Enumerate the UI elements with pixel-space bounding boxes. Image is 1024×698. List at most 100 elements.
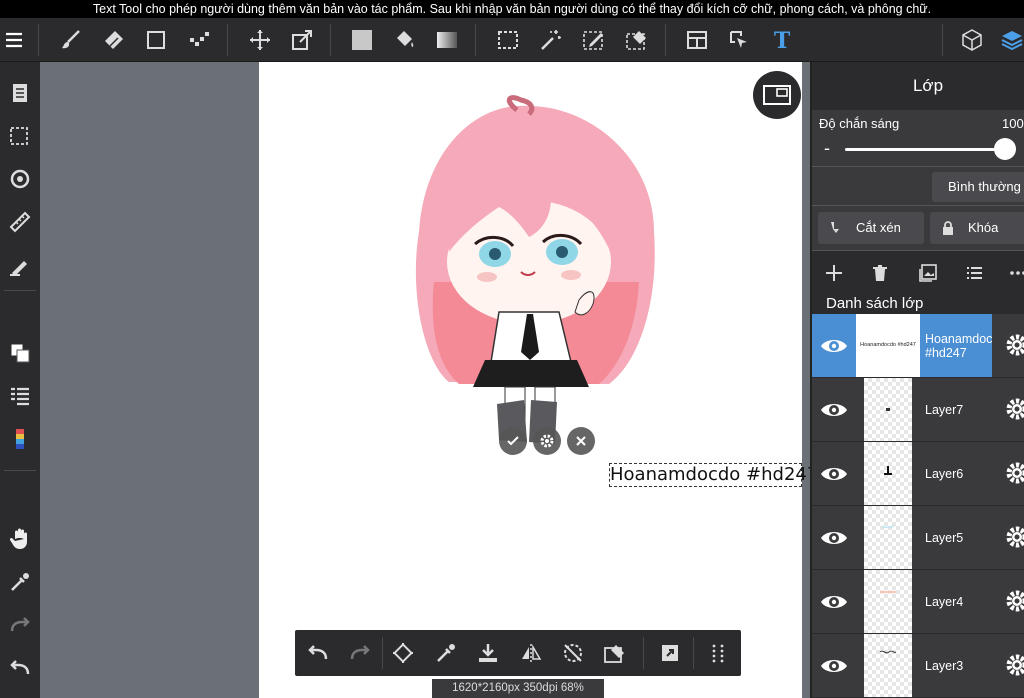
eye-icon[interactable] <box>818 458 850 490</box>
snap-icon[interactable] <box>3 248 37 282</box>
menu-icon[interactable] <box>0 23 31 57</box>
bar-divider <box>382 637 383 669</box>
blend-mode-row: Bình thường ❯ <box>812 166 1024 206</box>
layer-options-icon[interactable] <box>960 259 988 287</box>
bar-divider <box>693 637 694 669</box>
selection-icon[interactable] <box>3 119 37 153</box>
select-pen-icon[interactable] <box>577 23 611 57</box>
tool-hint-banner: Text Tool cho phép người dùng thêm văn b… <box>0 0 1024 18</box>
drawing-canvas[interactable]: Hoanamdocdo #hd247 <box>259 62 810 698</box>
layer-list-title: Danh sách lớp <box>812 294 1024 314</box>
layer-thumbnail <box>864 506 912 569</box>
check-icon[interactable] <box>499 427 527 455</box>
more-grid-icon[interactable] <box>701 636 735 670</box>
eyedropper-icon[interactable] <box>3 565 37 599</box>
move-icon[interactable] <box>243 23 277 57</box>
layer-action-row: Cắt xén Khóa <box>812 206 1024 250</box>
gradient-icon[interactable] <box>430 23 464 57</box>
canvas-status: 1620*2160px 350dpi 68% <box>432 679 604 698</box>
opacity-control: Độ chắn sáng 100 - <box>812 110 1024 166</box>
toolbar-divider <box>475 24 476 56</box>
rail-divider <box>4 290 36 291</box>
layout-icon[interactable] <box>680 23 714 57</box>
opacity-minus-button[interactable]: - <box>824 138 830 159</box>
gear-icon[interactable] <box>1004 460 1024 486</box>
no-rotate-icon[interactable] <box>556 636 590 670</box>
gear-icon[interactable] <box>1004 588 1024 614</box>
transform-rotate-icon[interactable] <box>386 636 420 670</box>
undo-icon[interactable] <box>3 651 37 685</box>
layer-list: Hoanamdocdo #hd247 Hoanamdocdo #hd247 La… <box>812 314 1024 698</box>
fill-color-icon[interactable] <box>345 23 379 57</box>
layer-row[interactable]: Layer5 <box>812 506 1024 570</box>
layers-icon[interactable] <box>995 23 1024 57</box>
select-eraser-icon[interactable] <box>620 23 654 57</box>
eye-icon[interactable] <box>818 522 850 554</box>
opacity-slider-thumb[interactable] <box>994 138 1016 160</box>
layer-row-selected[interactable]: Hoanamdocdo #hd247 Hoanamdocdo #hd247 <box>812 314 1024 378</box>
flip-icon[interactable] <box>514 636 548 670</box>
save-icon[interactable] <box>471 636 505 670</box>
clip-icon <box>831 222 839 233</box>
delete-layer-icon[interactable] <box>866 259 894 287</box>
layer-row[interactable]: Layer3 <box>812 634 1024 698</box>
gear-icon[interactable] <box>1004 396 1024 422</box>
clip-label: Cắt xén <box>856 220 901 235</box>
layer-thumbnail <box>864 570 912 633</box>
gear-icon[interactable] <box>1004 332 1024 358</box>
text-tool-icon[interactable]: T <box>765 23 799 57</box>
ruler-icon[interactable] <box>3 205 37 239</box>
select-rect-icon[interactable] <box>491 23 525 57</box>
toolbar-divider <box>665 24 666 56</box>
gear-icon[interactable] <box>1004 524 1024 550</box>
navigator-toggle-icon[interactable] <box>753 71 801 119</box>
undo-icon[interactable] <box>301 636 335 670</box>
layer-thumbnail <box>864 634 912 697</box>
layer-thumbnail <box>864 442 912 505</box>
layer-list-icon[interactable] <box>3 379 37 413</box>
bar-divider <box>643 637 644 669</box>
layer-image-icon[interactable] <box>914 259 942 287</box>
redo-icon[interactable] <box>343 636 377 670</box>
close-icon[interactable] <box>567 427 595 455</box>
bucket-icon[interactable] <box>388 23 422 57</box>
layer-row[interactable]: Layer4 <box>812 570 1024 634</box>
layer-row[interactable]: Layer6 <box>812 442 1024 506</box>
eyedropper-icon[interactable] <box>429 636 463 670</box>
layer-row[interactable]: Layer7 <box>812 378 1024 442</box>
add-layer-icon[interactable] <box>820 259 848 287</box>
gear-icon[interactable] <box>1004 652 1024 678</box>
opacity-slider-track[interactable] <box>845 148 1005 151</box>
clip-button[interactable]: Cắt xén <box>818 212 924 244</box>
palette-icon[interactable] <box>3 422 37 456</box>
character-artwork <box>415 95 655 444</box>
3d-icon[interactable] <box>955 23 989 57</box>
layer-tools-row <box>812 250 1024 294</box>
dot-icon[interactable] <box>182 23 216 57</box>
lock-icon <box>943 221 953 235</box>
eye-icon[interactable] <box>818 394 850 426</box>
eraser-icon[interactable] <box>97 23 131 57</box>
transform-icon[interactable] <box>285 23 319 57</box>
workspace[interactable]: Hoanamdocdo #hd247 1620*2160px 350dpi 68… <box>40 62 810 698</box>
eye-icon[interactable] <box>818 650 850 682</box>
clear-icon[interactable] <box>598 636 632 670</box>
select-move-icon[interactable] <box>722 23 756 57</box>
blend-mode-button[interactable]: Bình thường ❯ <box>932 172 1024 202</box>
brush-icon[interactable] <box>54 23 88 57</box>
rotate-icon[interactable] <box>3 162 37 196</box>
lock-button[interactable]: Khóa <box>930 212 1024 244</box>
redo-icon[interactable] <box>3 608 37 642</box>
page-icon[interactable] <box>3 76 37 110</box>
settings-icon[interactable] <box>533 427 561 455</box>
shape-icon[interactable] <box>139 23 173 57</box>
left-tool-rail <box>0 62 40 698</box>
share-icon[interactable] <box>653 636 687 670</box>
magic-wand-icon[interactable] <box>534 23 568 57</box>
color-swap-icon[interactable] <box>3 336 37 370</box>
eye-icon[interactable] <box>818 330 850 362</box>
canvas-text-object[interactable]: Hoanamdocdo #hd247 <box>609 463 810 487</box>
more-icon[interactable] <box>1004 259 1024 287</box>
eye-icon[interactable] <box>818 586 850 618</box>
hand-icon[interactable] <box>3 522 37 556</box>
